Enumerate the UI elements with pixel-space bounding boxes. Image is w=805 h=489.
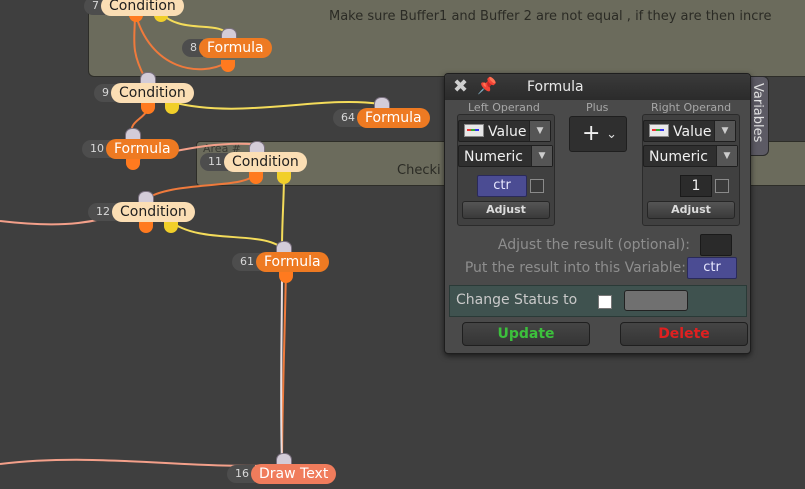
right-source-value: Value [673, 124, 712, 140]
condition-node[interactable]: 12 Condition [88, 202, 195, 222]
right-operand-box: Value ▼ Numeric ▼ 1 Adjust [642, 114, 740, 226]
status-color-box[interactable] [624, 290, 688, 311]
operator-symbol: + [582, 121, 601, 146]
formula-dialog: ✖ 📌 Formula Left Operand Plus Right Oper… [444, 73, 751, 354]
right-checkbox[interactable] [715, 179, 729, 193]
update-button[interactable]: Update [462, 322, 590, 346]
chevron-down-icon[interactable]: ▼ [716, 146, 737, 166]
result-variable-field[interactable]: ctr [687, 257, 737, 279]
left-source-select[interactable]: Value ▼ [458, 120, 551, 142]
node-label: Formula [357, 108, 430, 128]
change-status-row: Change Status to [449, 285, 747, 317]
left-type-value: Numeric [464, 149, 523, 165]
chevron-down-icon[interactable]: ▼ [714, 121, 735, 141]
operator-select[interactable]: + ⌄ [569, 116, 627, 152]
adjust-result-label: Adjust the result (optional): [497, 237, 690, 253]
wire [169, 220, 283, 249]
node-label: Formula [106, 139, 179, 159]
right-type-value: Numeric [649, 149, 708, 165]
node-label: Condition [101, 0, 184, 16]
dialog-title: Formula [527, 79, 584, 95]
right-type-select[interactable]: Numeric ▼ [643, 145, 738, 167]
draw-text-node[interactable]: 16 Draw Text [227, 464, 337, 484]
chevron-down-icon[interactable]: ▼ [531, 146, 552, 166]
value-icon [649, 124, 669, 137]
node-label: Formula [256, 252, 329, 272]
left-adjust-button[interactable]: Adjust [462, 201, 550, 219]
change-status-label: Change Status to [456, 292, 578, 308]
adjust-result-field[interactable] [700, 234, 732, 256]
right-source-select[interactable]: Value ▼ [643, 120, 736, 142]
delete-button[interactable]: Delete [620, 322, 748, 346]
condition-node[interactable]: 7 Condition [84, 0, 184, 16]
change-status-checkbox[interactable] [598, 295, 612, 309]
formula-node[interactable]: 10 Formula [82, 139, 179, 159]
variables-tab[interactable]: Variables [748, 76, 769, 156]
wire [144, 172, 256, 201]
left-operand-heading: Left Operand [468, 101, 540, 114]
node-label: Condition [112, 202, 195, 222]
pin-icon[interactable]: 📌 [477, 76, 497, 95]
wire [280, 270, 283, 465]
node-label: Condition [111, 83, 194, 103]
left-operand-box: Value ▼ Numeric ▼ ctr Adjust [457, 114, 555, 226]
dialog-titlebar[interactable]: ✖ 📌 Formula [445, 74, 750, 100]
condition-node[interactable]: 11 Condition [200, 152, 307, 172]
operator-heading: Plus [586, 101, 609, 114]
value-icon [464, 124, 484, 137]
condition-node[interactable]: 9 Condition [94, 83, 194, 103]
variables-tab-label: Variables [750, 83, 765, 143]
left-type-select[interactable]: Numeric ▼ [458, 145, 553, 167]
left-variable-field[interactable]: ctr [477, 175, 527, 197]
result-variable-label: Put the result into this Variable: [464, 260, 686, 276]
node-label: Condition [224, 152, 307, 172]
node-label: Formula [199, 38, 272, 58]
formula-node[interactable]: 61 Formula [232, 252, 329, 272]
close-icon[interactable]: ✖ [453, 76, 468, 97]
right-operand-heading: Right Operand [651, 101, 732, 114]
left-source-value: Value [488, 124, 527, 140]
chevron-down-icon[interactable]: ▼ [529, 121, 550, 141]
left-checkbox[interactable] [530, 179, 544, 193]
chevron-down-icon: ⌄ [606, 127, 617, 142]
node-label: Draw Text [251, 464, 337, 484]
right-value-field[interactable]: 1 [680, 175, 712, 197]
formula-node[interactable]: 64 Formula [333, 108, 430, 128]
formula-node[interactable]: 8 Formula [182, 38, 272, 58]
right-adjust-button[interactable]: Adjust [647, 201, 735, 219]
wire [281, 172, 285, 249]
